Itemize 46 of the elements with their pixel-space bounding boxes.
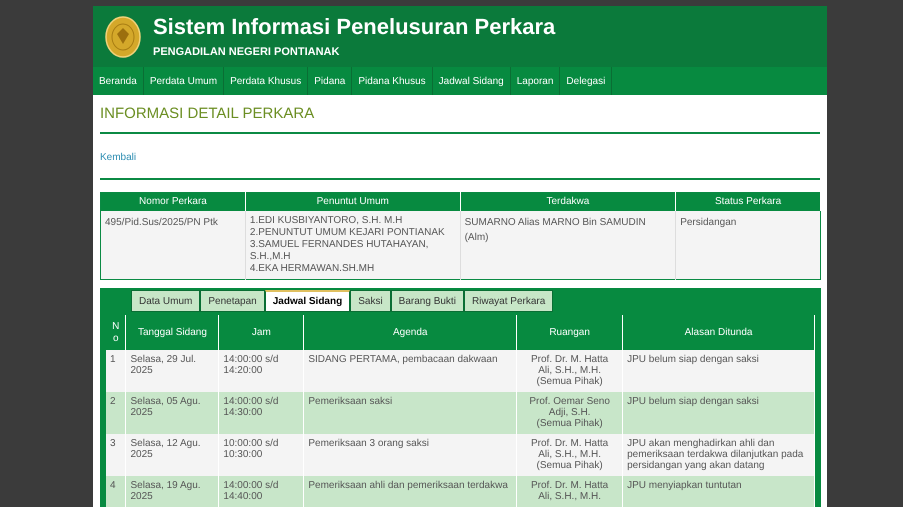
room-name-line: Ali, S.H., M.H. bbox=[537, 449, 602, 460]
table-cell: SUMARNO Alias MARNO Bin SAMUDIN (Alm) bbox=[460, 211, 676, 280]
room-name-line: Prof. Dr. M. Hatta bbox=[530, 480, 610, 491]
site-title: Sistem Informasi Penelusuran Perkara bbox=[153, 13, 556, 40]
nav-link[interactable]: Delegasi bbox=[560, 67, 612, 95]
table-cell: JPU menyiapkan tuntutan bbox=[622, 476, 814, 507]
room-name-line: Ali, S.H., M.H. bbox=[537, 365, 602, 376]
room-name-line: (Semua Pihak) bbox=[536, 460, 604, 471]
prosecutor-name: 4.EKA HERMAWAN.SH.MH bbox=[250, 263, 376, 275]
tab[interactable]: Penetapan bbox=[200, 290, 265, 312]
table-cell: Pemeriksaan ahli dan pemeriksaan terdakwa bbox=[304, 476, 517, 507]
room-name-line: Prof. Dr. M. Hatta bbox=[530, 438, 610, 449]
nav-link[interactable]: Laporan bbox=[510, 67, 560, 95]
table-cell: Selasa, 19 Agu. 2025 bbox=[126, 476, 219, 507]
column-header: Penuntut Umum bbox=[245, 192, 460, 211]
room-name-line: Ali, S.H., M.H. bbox=[537, 491, 602, 502]
tab[interactable]: Riwayat Perkara bbox=[464, 290, 554, 312]
court-emblem-icon bbox=[105, 16, 141, 58]
nav-link[interactable]: Perdata Khusus bbox=[224, 67, 308, 95]
nav-link[interactable]: Pidana bbox=[308, 67, 352, 95]
room-name-line: Prof. Oemar Seno bbox=[528, 396, 611, 407]
tab[interactable]: Jadwal Sidang bbox=[264, 290, 350, 312]
table-cell: 495/Pid.Sus/2025/PN Ptk bbox=[100, 211, 246, 280]
column-header: Nomor Perkara bbox=[100, 192, 246, 211]
tab[interactable]: Data Umum bbox=[131, 290, 200, 312]
tab[interactable]: Saksi bbox=[350, 290, 391, 312]
column-header: Status Perkara bbox=[676, 192, 820, 211]
room-name-line: (Semua Pihak) bbox=[536, 418, 604, 429]
nav-link[interactable]: Jadwal Sidang bbox=[432, 67, 511, 95]
page-title: INFORMASI DETAIL PERKARA bbox=[100, 104, 316, 124]
room-name-line: Prof. Dr. M. Hatta bbox=[530, 354, 610, 365]
nav-link[interactable]: Perdata Umum bbox=[144, 67, 224, 95]
prosecutor-name: 1.EDI KUSBIYANTORO, S.H. M.H bbox=[250, 215, 404, 227]
prosecutor-name: 3.SAMUEL FERNANDES HUTAHAYAN, S.H.,M.H bbox=[250, 239, 430, 263]
nav-link[interactable]: Beranda bbox=[93, 67, 144, 95]
table-cell: 4 bbox=[106, 476, 126, 507]
column-header: Terdakwa bbox=[460, 192, 676, 211]
tab[interactable]: Barang Bukti bbox=[390, 290, 464, 312]
room-name-line: Adji, S.H. bbox=[548, 407, 592, 418]
nav-link[interactable]: Pidana Khusus bbox=[352, 67, 433, 95]
room-name-line: (Semua Pihak) bbox=[536, 376, 604, 387]
back-link[interactable]: Kembali bbox=[100, 152, 136, 162]
prosecutor-name: 2.PENUNTUT UMUM KEJARI PONTIANAK bbox=[250, 227, 446, 239]
table-cell: 14:00:00 s/d 14:40:00 bbox=[218, 476, 304, 507]
site-subtitle: PENGADILAN NEGERI PONTIANAK bbox=[153, 44, 340, 60]
table-cell: Persidangan bbox=[676, 211, 820, 280]
